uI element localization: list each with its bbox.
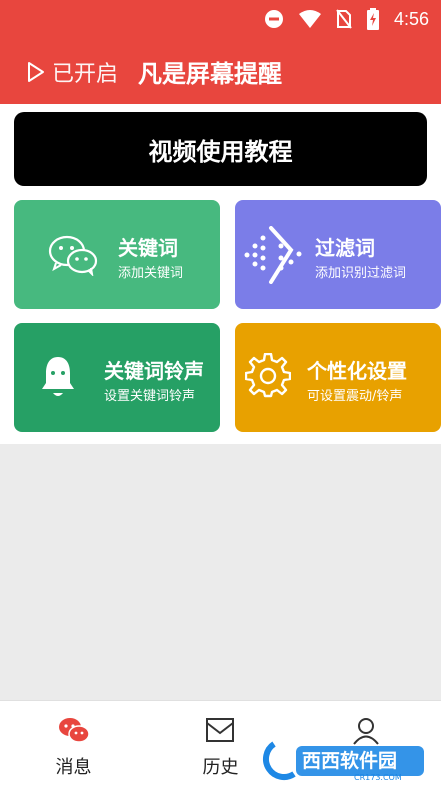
nav-messages-label: 消息 xyxy=(55,757,92,778)
app-header: 4:56 已开启 凡是屏幕提醒 xyxy=(0,0,441,104)
keyword-card[interactable]: 关键词 添加关键词 xyxy=(14,200,220,309)
watermark-text: 西西软件园 xyxy=(302,749,397,772)
nav-messages[interactable]: 消息 xyxy=(0,701,147,790)
main-content: 视频使用教程 关键词 添加关键词 过滤词 添加识别过滤词 关键词铃声 设置关键词… xyxy=(0,104,441,444)
empty-area xyxy=(0,444,441,700)
gear-icon xyxy=(245,353,291,398)
filter-word-card-subtitle: 添加识别过滤词 xyxy=(315,266,407,281)
status-bar: 4:56 xyxy=(264,6,429,32)
bell-icon xyxy=(42,357,74,396)
personal-settings-card[interactable]: 个性化设置 可设置震动/铃声 xyxy=(235,323,441,432)
no-sim-icon xyxy=(336,9,352,29)
video-tutorial-button[interactable]: 视频使用教程 xyxy=(14,112,427,186)
keyword-ringtone-card-title: 关键词铃声 xyxy=(104,359,204,383)
filter-icon xyxy=(244,226,302,284)
play-toggle-icon[interactable] xyxy=(26,61,46,83)
watermark-logo: 西西软件园 CR173.COM xyxy=(263,741,424,782)
battery-charging-icon xyxy=(366,8,379,30)
keyword-ringtone-card-subtitle: 设置关键词铃声 xyxy=(104,389,196,404)
mail-icon xyxy=(206,718,234,742)
do-not-disturb-icon xyxy=(264,10,283,28)
keyword-card-title: 关键词 xyxy=(118,236,178,260)
watermark-domain: CR173.COM xyxy=(354,773,402,782)
status-time: 4:56 xyxy=(393,8,429,29)
wechat-icon xyxy=(48,235,98,276)
title-bar: 已开启 凡是屏幕提醒 xyxy=(26,54,282,89)
filter-word-card[interactable]: 过滤词 添加识别过滤词 xyxy=(235,200,441,309)
keyword-card-subtitle: 添加关键词 xyxy=(118,266,184,281)
keyword-ringtone-card[interactable]: 关键词铃声 设置关键词铃声 xyxy=(14,323,220,432)
wifi-icon xyxy=(298,10,321,28)
service-status-label[interactable]: 已开启 xyxy=(52,56,118,88)
chat-bubbles-icon xyxy=(59,718,90,743)
personal-settings-card-title: 个性化设置 xyxy=(307,359,407,383)
personal-settings-card-subtitle: 可设置震动/铃声 xyxy=(307,389,403,404)
app-title: 凡是屏幕提醒 xyxy=(138,60,283,88)
filter-word-card-title: 过滤词 xyxy=(315,236,375,260)
